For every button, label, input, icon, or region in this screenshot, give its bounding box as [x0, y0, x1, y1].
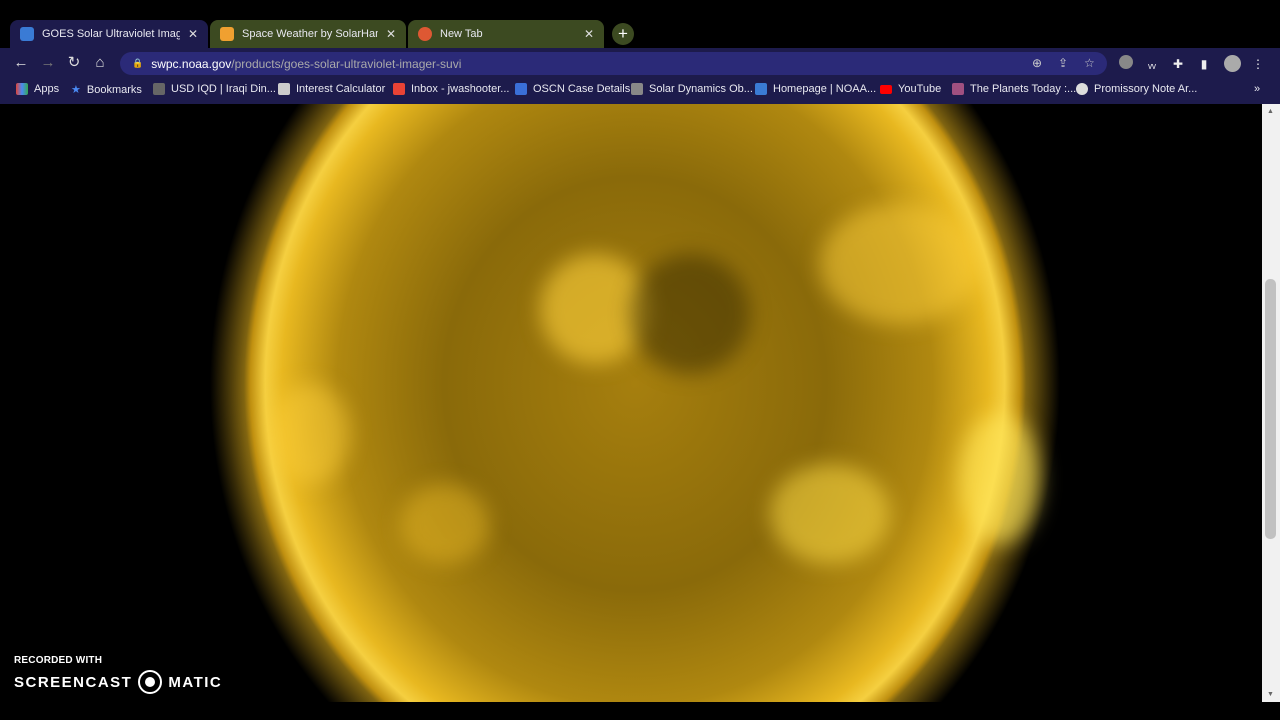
- extension-v-icon[interactable]: ᵥᵥ: [1143, 55, 1161, 73]
- bookmark-label: Inbox - jwashooter...: [411, 83, 510, 95]
- noaa-icon: [755, 83, 767, 95]
- page-scrollbar[interactable]: ▲ ▼: [1262, 104, 1280, 702]
- bookmark-star-icon[interactable]: ☆: [1084, 52, 1095, 75]
- active-region: [820, 204, 980, 324]
- screencast-watermark: RECORDED WITH SCREENCAST MATIC: [14, 655, 222, 694]
- star-icon: ★: [71, 84, 81, 96]
- bookmark-bookmarks[interactable]: ★ Bookmarks: [71, 83, 142, 97]
- planets-icon: [952, 83, 964, 95]
- tab-solarham[interactable]: Space Weather by SolarHam ✕: [210, 20, 406, 48]
- watermark-left: SCREENCAST: [14, 673, 133, 691]
- close-tab-icon[interactable]: ✕: [386, 27, 396, 41]
- bookmark-label: OSCN Case Details: [533, 83, 631, 95]
- extensions-puzzle-icon[interactable]: ✚: [1169, 55, 1187, 73]
- bookmark-youtube[interactable]: YouTube: [880, 83, 941, 95]
- bookmark-label: Interest Calculator: [296, 83, 386, 95]
- menu-kebab-icon[interactable]: ⋮: [1249, 55, 1267, 73]
- tab-new-tab[interactable]: New Tab ✕: [408, 20, 604, 48]
- bookmark-label: Apps: [34, 83, 60, 95]
- calculator-icon: [278, 83, 290, 95]
- close-tab-icon[interactable]: ✕: [584, 27, 594, 41]
- tab-title: Space Weather by SolarHam: [242, 28, 378, 40]
- bottom-bar: [0, 702, 1280, 720]
- tab-title: New Tab: [440, 28, 483, 40]
- oscn-icon: [515, 83, 527, 95]
- bookmark-interest-calculator[interactable]: Interest Calculator: [278, 83, 385, 95]
- more-bookmarks-chevron-icon[interactable]: »: [1254, 83, 1260, 95]
- active-region: [770, 464, 890, 564]
- new-tab-button[interactable]: +: [612, 23, 634, 45]
- profile-avatar[interactable]: [1223, 55, 1241, 72]
- coronal-hole: [630, 254, 750, 374]
- url-host: swpc.noaa.gov: [151, 56, 232, 71]
- watermark-right: MATIC: [168, 673, 223, 691]
- bookmark-promissory-note[interactable]: Promissory Note Ar...: [1076, 83, 1197, 95]
- zoom-icon[interactable]: ⊕: [1032, 52, 1042, 75]
- scroll-up-icon[interactable]: ▲: [1267, 108, 1274, 115]
- bookmark-gmail-inbox[interactable]: Inbox - jwashooter...: [393, 83, 509, 95]
- bookmark-solar-dynamics[interactable]: Solar Dynamics Ob...: [631, 83, 753, 95]
- active-region: [270, 384, 350, 484]
- watermark-line1: RECORDED WITH: [14, 655, 103, 666]
- bookmark-oscn[interactable]: OSCN Case Details: [515, 83, 630, 95]
- lock-icon: 🔒: [132, 58, 144, 68]
- address-bar[interactable]: 🔒 swpc.noaa.gov/products/goes-solar-ultr…: [120, 52, 1107, 75]
- sdo-icon: [631, 83, 643, 95]
- bookmark-noaa[interactable]: Homepage | NOAA...: [755, 83, 876, 95]
- tab-goes-suvi[interactable]: GOES Solar Ultraviolet Imager (S ✕: [10, 20, 208, 48]
- screencast-logo-icon: [138, 670, 163, 694]
- bookmark-label: USD IQD | Iraqi Din...: [171, 83, 276, 95]
- home-icon[interactable]: ⌂: [90, 52, 110, 74]
- bookmark-usd-iqd[interactable]: USD IQD | Iraqi Din...: [153, 83, 276, 95]
- bookmarks-bar: Apps ★ Bookmarks USD IQD | Iraqi Din... I…: [0, 78, 1280, 104]
- forward-icon[interactable]: →: [38, 52, 58, 74]
- duckduckgo-icon: [418, 27, 432, 41]
- active-region: [960, 414, 1040, 544]
- suvi-sun-image: [0, 104, 1262, 702]
- url-path: /products/goes-solar-ultraviolet-imager-…: [231, 56, 462, 71]
- scrollbar-thumb[interactable]: [1265, 279, 1276, 539]
- bookmark-label: YouTube: [898, 83, 942, 95]
- noaa-icon: [20, 27, 34, 41]
- extension-w-icon[interactable]: [1119, 55, 1133, 69]
- sun-icon: [220, 27, 234, 41]
- scroll-down-icon[interactable]: ▼: [1267, 691, 1274, 698]
- bookmark-label: Promissory Note Ar...: [1094, 83, 1198, 95]
- bookmark-label: Solar Dynamics Ob...: [649, 83, 753, 95]
- bookmark-apps[interactable]: Apps: [16, 83, 59, 95]
- investing-icon: [153, 83, 165, 95]
- youtube-icon: [880, 84, 892, 94]
- bookmark-label: The Planets Today :...: [970, 83, 1077, 95]
- tab-strip: GOES Solar Ultraviolet Imager (S ✕ Space…: [0, 0, 1280, 48]
- close-tab-icon[interactable]: ✕: [188, 27, 198, 41]
- bookmark-label: Bookmarks: [86, 83, 142, 96]
- tab-title: GOES Solar Ultraviolet Imager (S: [42, 28, 180, 40]
- back-icon[interactable]: ←: [11, 52, 31, 74]
- bookmark-label: Homepage | NOAA...: [773, 83, 877, 95]
- gmail-icon: [393, 83, 405, 95]
- solar-disk: [0, 104, 1262, 702]
- seal-icon: [1076, 83, 1088, 95]
- bookmark-planets-today[interactable]: The Planets Today :...: [952, 83, 1076, 95]
- active-region: [400, 484, 490, 564]
- apps-grid-icon: [16, 83, 28, 95]
- share-icon[interactable]: ⇪: [1058, 52, 1068, 75]
- side-panel-icon[interactable]: ▮: [1195, 55, 1213, 73]
- reload-icon[interactable]: ↻: [64, 52, 84, 74]
